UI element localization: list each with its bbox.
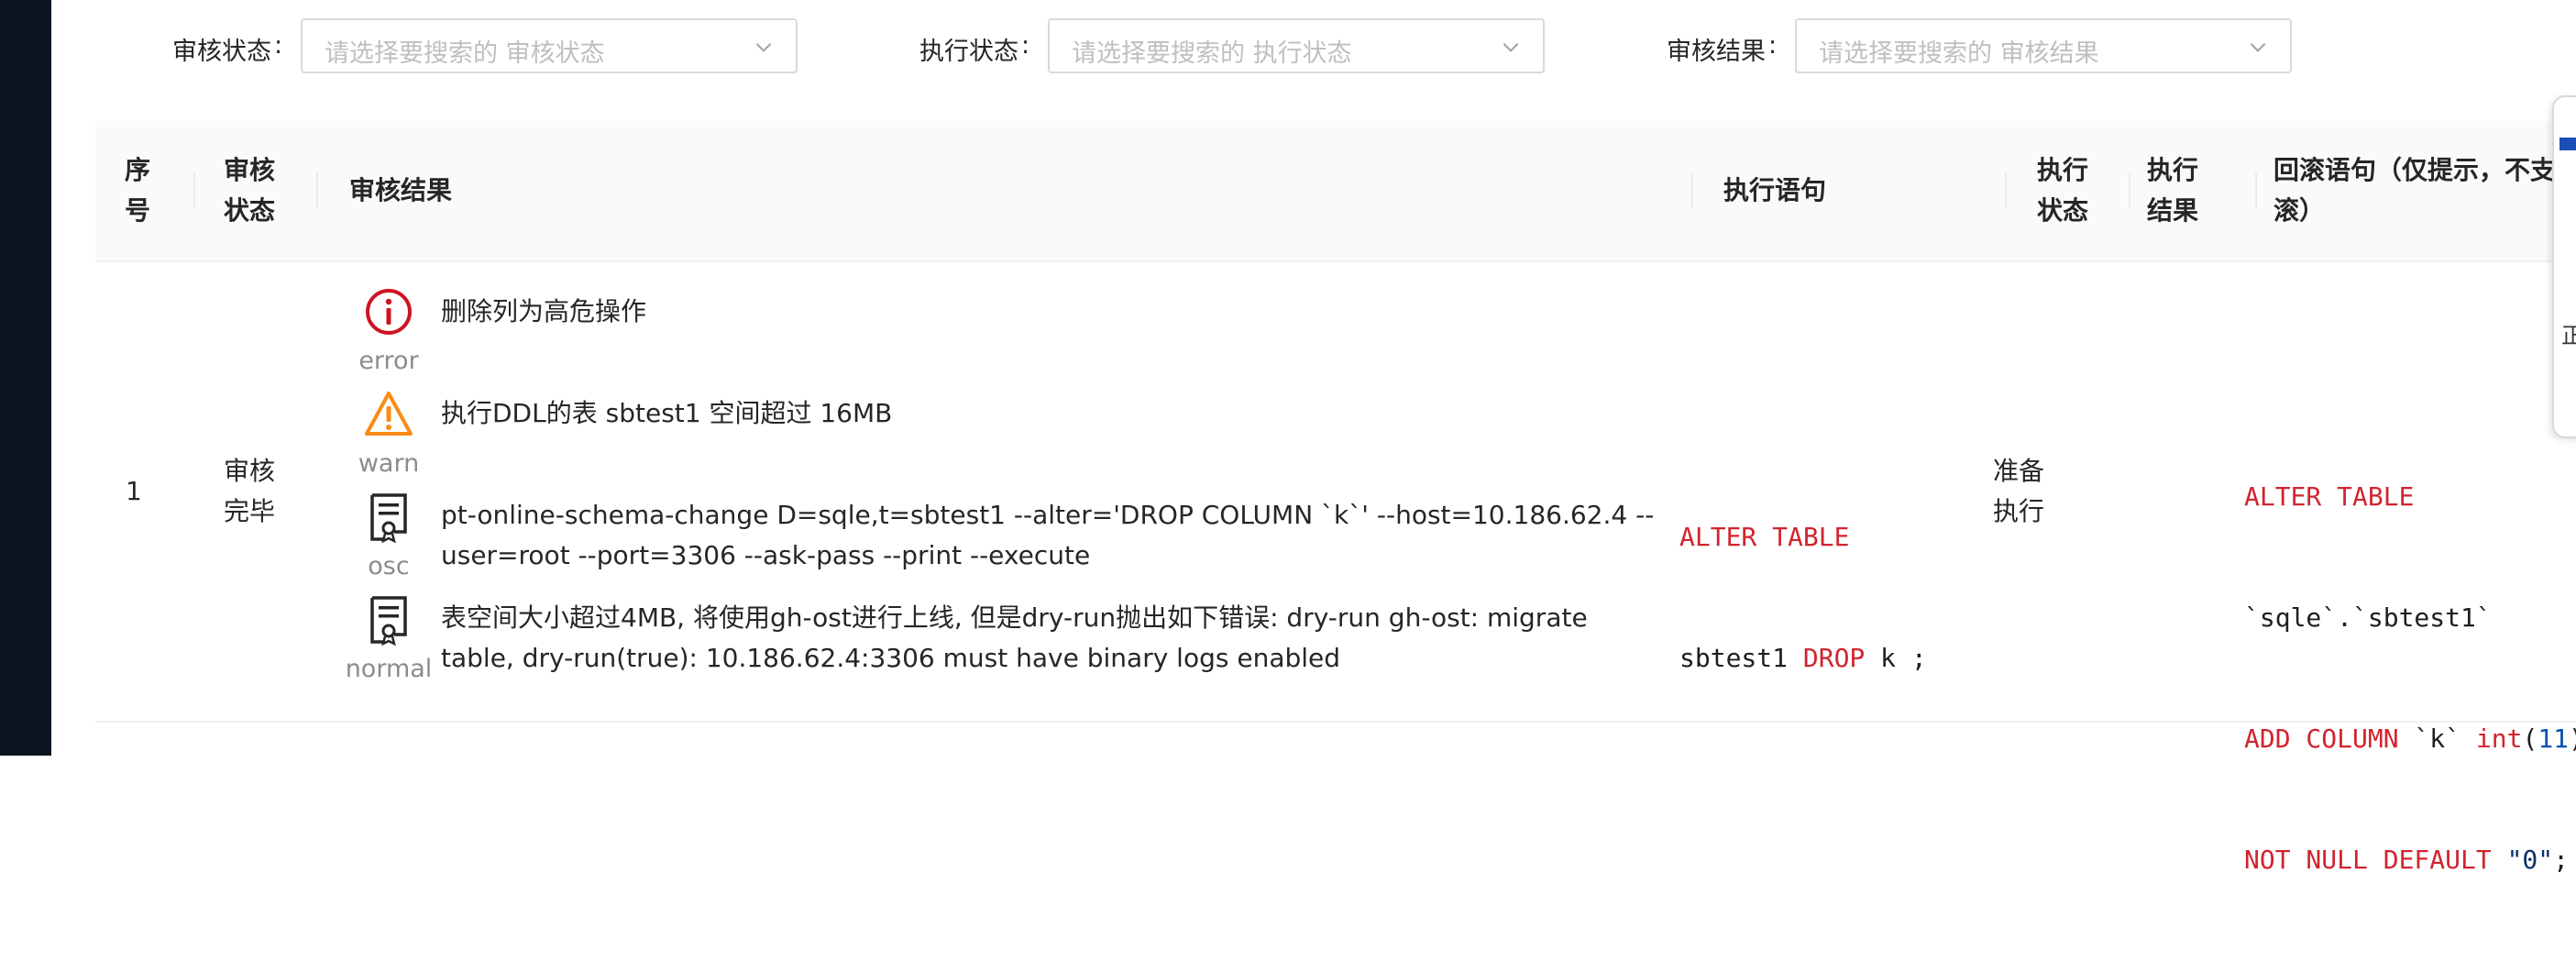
level-label-warn: warn — [358, 449, 420, 478]
floating-side-panel[interactable]: 正 — [2552, 95, 2576, 438]
header-exec-status: 执行 状态 — [2037, 155, 2089, 226]
header-rollback: 回滚语句（仅提示，不支持 滚） — [2273, 155, 2576, 226]
exec-status-placeholder: 请选择要搜索的 执行状态 — [1072, 39, 1352, 68]
audit-status-filter-label: 审核状态 — [172, 38, 271, 66]
column-divider — [2255, 172, 2257, 209]
exec-sql-code: ALTER TABLE sbtest1 DROP k ; — [1679, 522, 1927, 673]
row-seq: 1 — [126, 476, 142, 506]
document-icon — [370, 493, 407, 543]
audit-result-filter-label: 审核结果 — [1667, 38, 1766, 66]
audit-message: 执行DDL的表 sbtest1 空间超过 16MB — [441, 398, 893, 428]
column-divider — [316, 172, 318, 209]
side-navigation-bar — [0, 0, 51, 756]
row-audit-status: 审核 完毕 — [224, 456, 276, 526]
header-audit-result: 审核结果 — [349, 175, 453, 205]
header-exec-result: 执行 结果 — [2147, 155, 2199, 226]
audit-result-placeholder: 请选择要搜索的 审核结果 — [1819, 39, 2099, 68]
table-header: 序号 审核 状态 审核结果 执行语句 执行 状态 执行 结果 回滚语句（仅提示，不支持… — [95, 121, 2576, 262]
header-audit-status: 审核 状态 — [224, 155, 276, 226]
column-divider — [2005, 172, 2007, 209]
header-seq: 序号 — [125, 155, 151, 226]
main-content: 审核状态 : 请选择要搜索的 审核状态 执行状态 : 请选择要搜索的 执行状态 … — [51, 0, 2576, 875]
column-divider — [1691, 172, 1693, 209]
document-icon — [370, 596, 407, 646]
exec-status-filter-label: 执行状态 — [919, 38, 1018, 66]
audit-status-select[interactable]: 请选择要搜索的 审核状态 — [301, 18, 798, 73]
level-label-normal: normal — [345, 655, 433, 683]
chevron-down-icon — [1503, 42, 1519, 52]
panel-header-bar — [2559, 138, 2576, 150]
audit-result-select[interactable]: 请选择要搜索的 审核结果 — [1795, 18, 2292, 73]
audit-message: 表空间大小超过4MB, 将使用gh-ost进行上线, 但是dry-run抛出如下… — [441, 602, 1588, 673]
audit-message: 删除列为高危操作 — [441, 296, 647, 326]
level-label-error: error — [358, 347, 419, 375]
warning-icon — [365, 392, 413, 436]
exec-status-select[interactable]: 请选择要搜索的 执行状态 — [1048, 18, 1545, 73]
row-divider — [95, 721, 2576, 723]
header-exec-sql: 执行语句 — [1723, 175, 1827, 205]
panel-text: 正 — [2561, 323, 2576, 348]
error-icon — [366, 289, 412, 335]
audit-message: pt-online-schema-change D=sqle,t=sbtest1… — [441, 500, 1655, 570]
column-divider — [2129, 172, 2130, 209]
row-exec-status: 准备 执行 — [1993, 456, 2045, 526]
chevron-down-icon — [2250, 42, 2266, 52]
audit-status-placeholder: 请选择要搜索的 审核状态 — [325, 39, 605, 68]
chevron-down-icon — [755, 42, 772, 52]
rollback-sql-code: ALTER TABLE `sqle`.`sbtest1` ADD COLUMN … — [2244, 481, 2576, 875]
level-label-osc: osc — [368, 552, 410, 580]
column-divider — [193, 172, 195, 209]
